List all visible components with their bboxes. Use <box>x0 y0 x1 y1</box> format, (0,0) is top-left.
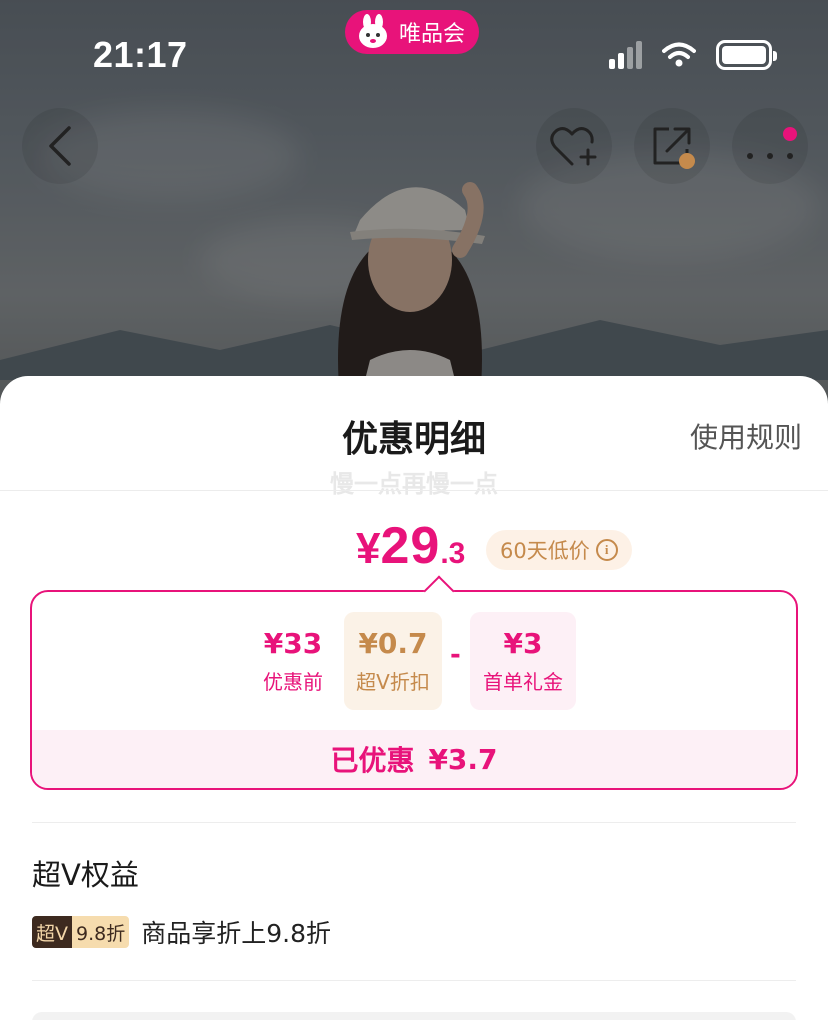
price-breakdown-card: ¥33 优惠前 - ¥0.7 超V折扣 - ¥3 首单礼金 已优惠 ¥3.7 <box>30 575 798 790</box>
app-indicator-pill[interactable]: 唯品会 <box>345 10 480 54</box>
price-currency: ¥ <box>356 524 381 573</box>
usage-rules-link[interactable]: 使用规则 <box>690 416 802 456</box>
price-decimal: .3 <box>440 537 466 570</box>
card-pointer <box>423 575 455 607</box>
low-price-badge[interactable]: 60天低价 i <box>486 530 632 570</box>
original-label: 优惠前 <box>263 670 323 694</box>
gift-amount: ¥3 <box>503 627 543 660</box>
breakdown-item-first-order-gift: ¥3 首单礼金 <box>470 612 576 710</box>
battery-icon <box>716 40 777 70</box>
benefit-description: 商品享折上9.8折 <box>141 919 331 948</box>
benefit-row: 超V 9.8折 商品享折上9.8折 <box>32 914 331 950</box>
svip-discount-amount: ¥0.7 <box>358 627 428 660</box>
favorite-button[interactable] <box>536 108 612 184</box>
next-section-placeholder <box>32 1012 796 1020</box>
status-icons <box>609 40 777 70</box>
gift-label: 首单礼金 <box>483 670 563 694</box>
saved-amount: ¥3.7 <box>428 742 498 776</box>
total-saved-bar: 已优惠 ¥3.7 <box>32 730 796 788</box>
benefits-section-title: 超V权益 <box>32 858 139 892</box>
svip-discount-label: 超V折扣 <box>356 670 430 694</box>
svip-tag: 超V 9.8折 <box>32 916 130 948</box>
cellular-signal-icon <box>609 41 642 69</box>
wifi-icon <box>662 42 696 67</box>
original-amount: ¥33 <box>263 627 323 660</box>
price-integer: 29 <box>380 517 441 575</box>
back-button[interactable] <box>22 108 98 184</box>
svip-tag-right: 9.8折 <box>72 916 130 948</box>
more-dots-icon <box>747 127 797 159</box>
chevron-left-icon <box>49 126 71 166</box>
section-divider <box>32 822 796 823</box>
ghost-caption: 慢一点再慢一点 <box>330 470 498 498</box>
header-divider <box>0 490 828 491</box>
more-button[interactable] <box>732 108 808 184</box>
mascot-icon <box>353 14 393 50</box>
section-divider <box>32 980 796 981</box>
minus-sign: - <box>450 640 461 670</box>
breakdown-item-original: ¥33 优惠前 <box>248 612 338 710</box>
app-name: 唯品会 <box>399 22 466 47</box>
info-icon[interactable]: i <box>595 539 618 561</box>
svip-tag-left: 超V <box>32 916 72 948</box>
share-button[interactable] <box>634 108 710 184</box>
status-time: 21:17 <box>93 34 188 75</box>
discount-detail-sheet: 优惠明细 使用规则 慢一点再慢一点 ¥ 29 .3 60天低价 i ¥33 优惠… <box>0 376 828 1020</box>
final-price: ¥ 29 .3 <box>356 516 465 576</box>
breakdown-item-svip-discount: ¥0.7 超V折扣 <box>344 612 442 710</box>
low-price-label: 60天低价 <box>500 539 590 563</box>
saved-label: 已优惠 <box>330 744 415 777</box>
heart-plus-icon <box>550 127 597 166</box>
share-icon <box>653 127 695 169</box>
